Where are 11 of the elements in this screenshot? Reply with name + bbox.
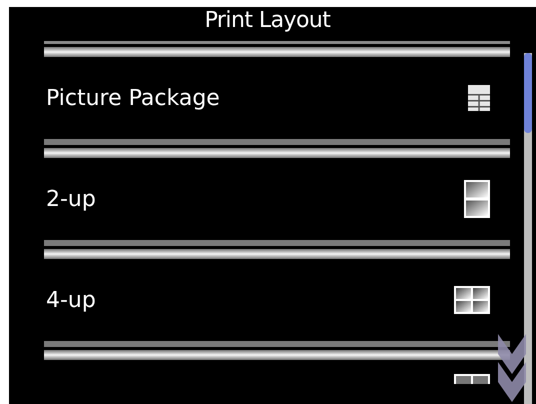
layout-icon	[454, 374, 490, 384]
two-photo-layout-icon	[464, 180, 490, 218]
screen-title: Print Layout	[204, 7, 330, 35]
scroll-down-icon[interactable]	[496, 332, 528, 404]
layout-option[interactable]: 2-up	[44, 158, 510, 240]
scrollbar-thumb[interactable]	[524, 53, 532, 133]
grid-layout-icon	[468, 85, 490, 111]
layout-option[interactable]: Picture Package	[44, 57, 510, 139]
layout-option[interactable]: 4-up	[44, 259, 510, 341]
four-photo-layout-icon	[454, 286, 490, 314]
scrollbar-track[interactable]	[524, 53, 532, 404]
